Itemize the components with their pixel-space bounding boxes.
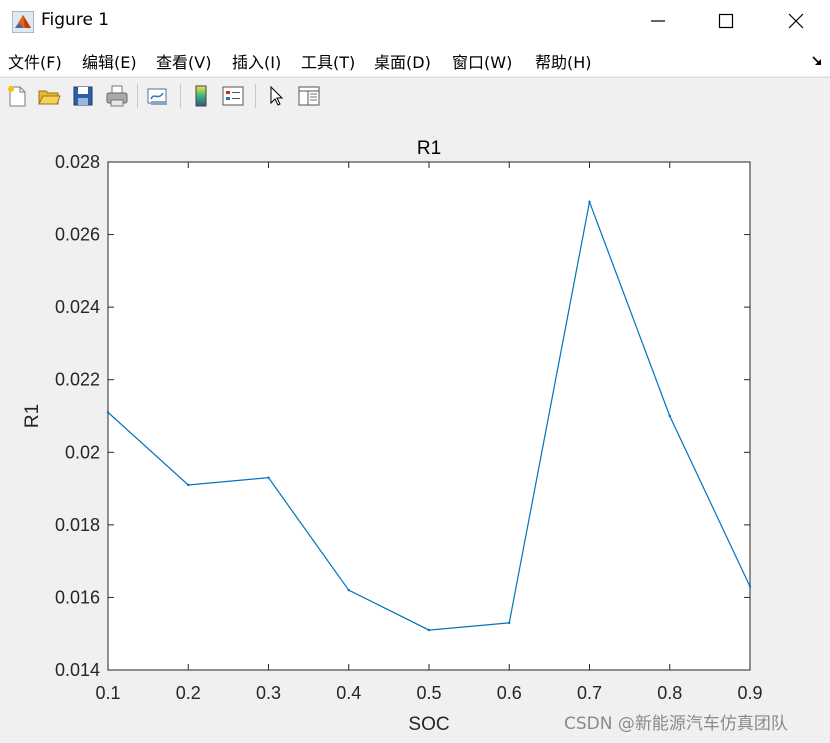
chart-title: R1 — [417, 138, 441, 159]
x-tick-label: 0.4 — [336, 683, 361, 703]
data-point[interactable] — [347, 588, 350, 592]
x-axis-label: SOC — [408, 714, 449, 735]
y-axis-label: R1 — [22, 404, 43, 428]
toolbar-separator — [137, 84, 138, 108]
dock-arrow-icon[interactable] — [810, 54, 824, 68]
data-point[interactable] — [267, 476, 270, 479]
y-tick-label: 0.018 — [55, 515, 100, 535]
pointer-icon[interactable] — [263, 83, 289, 109]
toolbar — [0, 77, 830, 115]
x-tick-label: 0.9 — [737, 683, 762, 703]
y-tick-label: 0.022 — [55, 370, 100, 390]
title-bar: Figure 1 — [0, 0, 830, 42]
toolbar-separator — [180, 84, 181, 108]
minimize-button[interactable] — [628, 0, 688, 42]
x-tick-label: 0.6 — [497, 683, 522, 703]
data-point[interactable] — [427, 628, 431, 632]
print-icon[interactable] — [104, 83, 130, 109]
data-point[interactable] — [508, 621, 511, 625]
maximize-icon — [718, 13, 734, 29]
x-tick-label: 0.5 — [416, 683, 441, 703]
toolbar-separator — [255, 84, 256, 108]
property-editor-icon[interactable] — [296, 83, 322, 109]
x-tick-label: 0.3 — [256, 683, 281, 703]
line-chart[interactable]: 0.1 0.2 0.3 0.4 0.5 0.6 0.7 0.8 0.9 0.014 0.016 0.0… — [0, 114, 830, 739]
menu-help[interactable]: 帮助(H) — [535, 49, 592, 73]
maximize-button[interactable] — [696, 0, 756, 42]
menu-desktop[interactable]: 桌面(D) — [374, 49, 431, 73]
data-point[interactable] — [748, 585, 752, 588]
y-tick-label: 0.014 — [55, 660, 100, 680]
x-tick-label: 0.8 — [657, 683, 682, 703]
y-tick-label: 0.026 — [55, 225, 100, 245]
data-point[interactable] — [588, 200, 591, 204]
legend-icon[interactable] — [220, 83, 246, 109]
data-point[interactable] — [187, 483, 190, 487]
window-title: Figure 1 — [41, 10, 110, 30]
menu-insert[interactable]: 插入(I) — [232, 49, 281, 73]
menu-window[interactable]: 窗口(W) — [452, 49, 512, 73]
save-icon[interactable] — [70, 83, 96, 109]
y-tick-label: 0.028 — [55, 152, 100, 172]
plot-area[interactable] — [107, 161, 751, 671]
matlab-logo-icon — [12, 11, 34, 33]
y-tick-label: 0.016 — [55, 587, 100, 607]
menu-edit[interactable]: 编辑(E) — [82, 49, 137, 73]
menu-bar: 文件(F) 编辑(E) 查看(V) 插入(I) 工具(T) 桌面(D) 窗口(W… — [0, 42, 830, 76]
menu-file[interactable]: 文件(F) — [8, 49, 62, 73]
y-tick-label: 0.024 — [55, 297, 100, 317]
close-icon — [788, 13, 804, 29]
new-figure-icon[interactable] — [4, 83, 30, 109]
open-file-icon[interactable] — [36, 83, 62, 109]
y-tick-label: 0.02 — [65, 442, 100, 462]
data-point[interactable] — [106, 411, 110, 414]
minimize-icon — [651, 20, 665, 22]
x-tick-label: 0.7 — [577, 683, 602, 703]
menu-tools[interactable]: 工具(T) — [301, 49, 355, 73]
x-tick-label: 0.1 — [95, 683, 120, 703]
data-point[interactable] — [668, 414, 671, 418]
figure-canvas: 0.1 0.2 0.3 0.4 0.5 0.6 0.7 0.8 0.9 0.014 0.016 0.0… — [0, 114, 830, 739]
x-tick-label: 0.2 — [176, 683, 201, 703]
menu-view[interactable]: 查看(V) — [156, 49, 211, 73]
colorbar-icon[interactable] — [188, 83, 214, 109]
link-plot-icon[interactable] — [145, 83, 171, 109]
watermark: CSDN @新能源汽车仿真团队 — [564, 714, 788, 734]
close-button[interactable] — [766, 0, 826, 42]
